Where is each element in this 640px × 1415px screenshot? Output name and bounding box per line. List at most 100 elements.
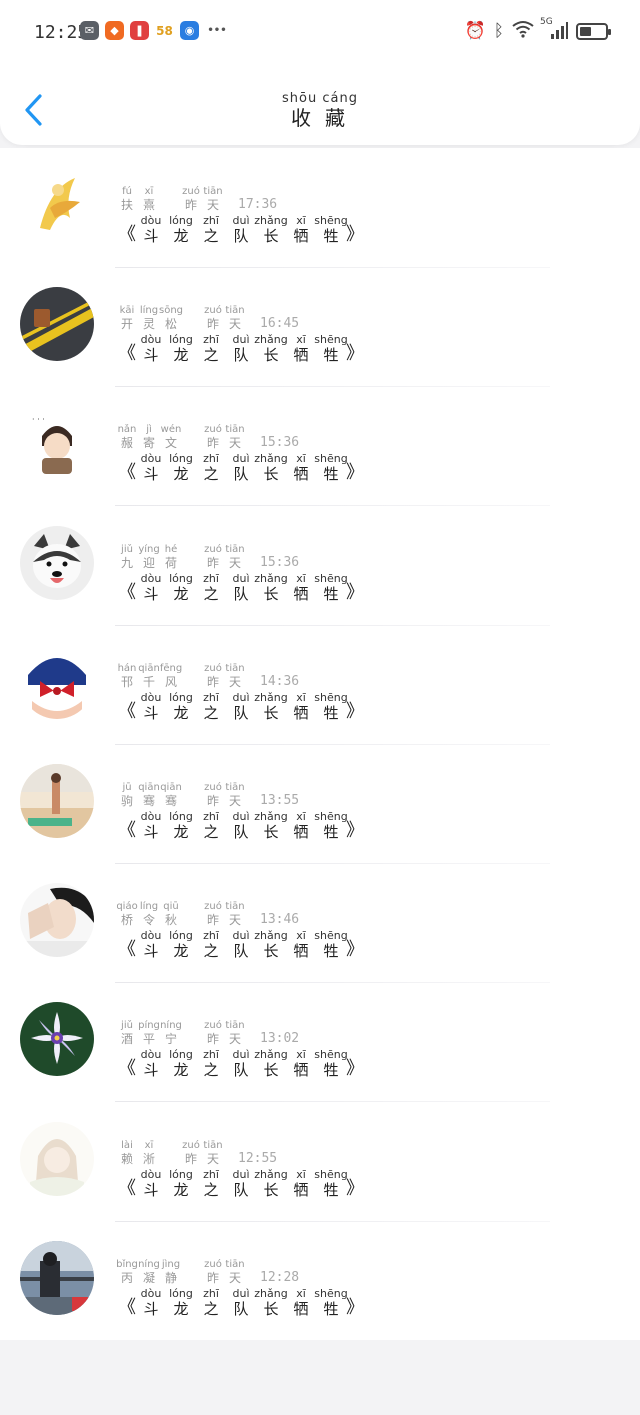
date-label: zuó 昨 tiān 天 bbox=[204, 305, 244, 331]
book-title[interactable]: 《 dòu 斗 lóng 龙 zhī 之 duì 队 zhǎng 长 xī 牺 shēng 牲》 bbox=[118, 452, 364, 483]
user-name[interactable]: hán 邗 qiān 千 fēng 风 bbox=[118, 663, 183, 689]
name-char-pinyin: líng bbox=[139, 305, 159, 317]
avatar[interactable] bbox=[20, 883, 94, 958]
list-item[interactable]: qiáo 桥 líng 令 qiū 秋 zuó 昨 tiān 天 13:46 《 dòu 斗 lóng 龙 zh… bbox=[0, 863, 640, 984]
book-title-close-bracket: 》 bbox=[346, 581, 364, 603]
date-char-pinyin: tiān bbox=[225, 901, 245, 913]
book-char-pinyin: zhī bbox=[203, 810, 219, 823]
avatar[interactable] bbox=[20, 287, 94, 362]
name-char-char: 凝 bbox=[142, 1270, 155, 1285]
list-item[interactable]: bǐng 丙 níng 凝 jìng 静 zuó 昨 tiān 天 12:28 《 dòu 斗 lóng 龙 z… bbox=[0, 1221, 640, 1341]
book-char-pinyin: zhǎng bbox=[254, 810, 288, 823]
book-char-char: 长 bbox=[263, 346, 279, 365]
book-char-pinyin: dòu bbox=[140, 929, 162, 943]
avatar[interactable] bbox=[20, 1240, 94, 1315]
date-char-pinyin: zuó bbox=[204, 901, 222, 913]
book-title[interactable]: 《 dòu 斗 lóng 龙 zhī 之 duì 队 zhǎng 长 xī 牺 shēng 牲》 bbox=[118, 1048, 364, 1079]
book-char-char: 牲 bbox=[323, 1061, 339, 1080]
book-title[interactable]: 《 dòu 斗 lóng 龙 zhī 之 duì 队 zhǎng 长 xī 牺 shēng 牲》 bbox=[118, 333, 364, 364]
book-char: lóng 龙 bbox=[166, 929, 196, 960]
name-char-char: 寄 bbox=[142, 436, 155, 451]
user-name[interactable]: bǐng 丙 níng 凝 jìng 静 bbox=[116, 1259, 180, 1285]
name-char-pinyin: kāi bbox=[119, 305, 135, 317]
book-char-char: 牺 bbox=[293, 346, 309, 365]
list-item[interactable]: fú 扶 xī 熹 zuó 昨 tiān 天 17:36 《 dòu 斗 lóng 龙 zhī 之 duì 队 zh… bbox=[0, 148, 640, 268]
book-char-pinyin: xī bbox=[296, 1286, 306, 1300]
user-name[interactable]: jiǔ 九 yíng 迎 hé 荷 bbox=[118, 544, 180, 570]
name-char-char: 酒 bbox=[120, 1032, 133, 1047]
date-char-char: 昨 bbox=[184, 198, 197, 212]
name-char-pinyin: qiū bbox=[163, 901, 179, 913]
name-char: sōng 松 bbox=[159, 305, 184, 331]
book-title[interactable]: 《 dòu 斗 lóng 龙 zhī 之 duì 队 zhǎng 长 xī 牺 shēng 牲》 bbox=[118, 691, 364, 722]
book-char-pinyin: shēng bbox=[314, 1048, 348, 1062]
book-title[interactable]: 《 dòu 斗 lóng 龙 zhī 之 duì 队 zhǎng 长 xī 牺 shēng 牲》 bbox=[118, 1287, 364, 1318]
date-char-pinyin: tiān bbox=[203, 186, 223, 197]
date-char-char: 昨 bbox=[206, 1270, 219, 1285]
date-char-char: 天 bbox=[228, 794, 241, 808]
avatar[interactable] bbox=[20, 168, 94, 242]
book-title[interactable]: 《 dòu 斗 lóng 龙 zhī 之 duì 队 zhǎng 长 xī 牺 shēng 牲》 bbox=[118, 929, 364, 960]
user-name[interactable]: lài 赖 xī 淅 bbox=[118, 1140, 158, 1166]
avatar[interactable] bbox=[20, 764, 94, 838]
name-char-char: 淅 bbox=[142, 1151, 155, 1166]
book-char: zhǎng 长 bbox=[254, 1287, 287, 1318]
name-char: qiān 骞 bbox=[160, 782, 182, 808]
list-item[interactable]: kāi 开 líng 灵 sōng 松 zuó 昨 tiān 天 16:45 《 dòu 斗 lóng 龙 zh… bbox=[0, 267, 640, 388]
book-char-pinyin: duì bbox=[232, 571, 250, 585]
book-char-char: 龙 bbox=[173, 1180, 189, 1199]
book-title[interactable]: 《 dòu 斗 lóng 龙 zhī 之 duì 队 zhǎng 长 xī 牺 shēng 牲》 bbox=[118, 810, 364, 841]
name-char-char: 九 bbox=[120, 555, 133, 570]
item-meta: lài 赖 xī 淅 zuó 昨 tiān 天 12:55 bbox=[118, 1130, 277, 1166]
avatar[interactable]: · · · bbox=[20, 406, 94, 481]
book-title[interactable]: 《 dòu 斗 lóng 龙 zhī 之 duì 队 zhǎng 长 xī 牺 shēng 牲》 bbox=[118, 214, 364, 245]
book-char-char: 牺 bbox=[293, 942, 309, 961]
user-name[interactable]: jiǔ 酒 píng 平 níng 宁 bbox=[118, 1020, 182, 1047]
book-char-pinyin: shēng bbox=[314, 571, 348, 585]
book-char: duì 队 bbox=[226, 1287, 256, 1318]
name-char-pinyin: sōng bbox=[159, 305, 184, 317]
book-char-char: 斗 bbox=[143, 942, 159, 961]
book-char-char: 队 bbox=[233, 1061, 249, 1080]
book-char: lóng 龙 bbox=[166, 214, 196, 245]
avatar[interactable] bbox=[20, 1002, 94, 1077]
book-char-char: 斗 bbox=[143, 227, 159, 245]
avatar[interactable] bbox=[20, 1121, 94, 1196]
timestamp: 14:36 bbox=[260, 673, 300, 689]
timestamp: 17:36 bbox=[238, 197, 278, 212]
avatar[interactable] bbox=[20, 525, 94, 600]
book-char-pinyin: zhī bbox=[203, 333, 219, 347]
name-char-char: 驹 bbox=[120, 794, 133, 808]
book-title-open-bracket: 《 bbox=[118, 1058, 136, 1080]
user-name[interactable]: kāi 开 líng 灵 sōng 松 bbox=[118, 305, 184, 331]
list-item[interactable]: jiǔ 九 yíng 迎 hé 荷 zuó 昨 tiān 天 15:36 《 dòu 斗 lóng 龙 zhī 之… bbox=[0, 506, 640, 626]
book-char-char: 牲 bbox=[323, 1180, 339, 1199]
top-panel: 12:25 ✉ ◆ ❚ 58 ◉ ••• ⏰ ᛒ 5G shōu cáng 收藏 bbox=[0, 0, 640, 145]
book-char-char: 牲 bbox=[323, 1299, 339, 1318]
list-item[interactable]: lài 赖 xī 淅 zuó 昨 tiān 天 12:55 《 dòu 斗 lóng 龙 zhī 之 duì 队 z… bbox=[0, 1102, 640, 1222]
date-char-pinyin: zuó bbox=[204, 305, 222, 317]
book-char-char: 长 bbox=[263, 703, 279, 722]
list-item[interactable]: jū 驹 qiān 骞 qiān 骞 zuó 昨 tiān 天 13:55 《 dòu 斗 lóng 龙 zhī… bbox=[0, 744, 640, 864]
book-char-pinyin: shēng bbox=[314, 690, 348, 704]
book-title[interactable]: 《 dòu 斗 lóng 龙 zhī 之 duì 队 zhǎng 长 xī 牺 shēng 牲》 bbox=[118, 572, 364, 603]
name-char: jì 寄 bbox=[140, 424, 158, 450]
item-meta: qiáo 桥 líng 令 qiū 秋 zuó 昨 tiān 天 13:46 bbox=[116, 891, 299, 927]
list-item[interactable]: jiǔ 酒 píng 平 níng 宁 zuó 昨 tiān 天 13:02 《 dòu 斗 lóng 龙 zh… bbox=[0, 982, 640, 1103]
list-item[interactable]: hán 邗 qiān 千 fēng 风 zuó 昨 tiān 天 14:36 《 dòu 斗 lóng 龙 zh… bbox=[0, 625, 640, 745]
user-name[interactable]: qiáo 桥 líng 令 qiū 秋 bbox=[116, 901, 180, 927]
user-name[interactable]: fú 扶 xī 熹 bbox=[118, 186, 158, 212]
name-char: jū 驹 bbox=[118, 782, 136, 808]
avatar[interactable] bbox=[20, 644, 94, 719]
list-item[interactable]: · · · nǎn 赧 jì 寄 wén 文 zuó 昨 tiān 天 15:36 《 dòu 斗 lóng 龙… bbox=[0, 386, 640, 507]
book-title-open-bracket: 《 bbox=[118, 700, 136, 722]
user-name[interactable]: nǎn 赧 jì 寄 wén 文 bbox=[118, 424, 182, 450]
date-char: tiān 天 bbox=[225, 901, 245, 927]
book-title-close-bracket: 》 bbox=[346, 700, 364, 722]
book-char-char: 长 bbox=[263, 942, 279, 961]
book-title[interactable]: 《 dòu 斗 lóng 龙 zhī 之 duì 队 zhǎng 长 xī 牺 shēng 牲》 bbox=[118, 1168, 364, 1199]
wifi-icon bbox=[512, 20, 534, 42]
user-name[interactable]: jū 驹 qiān 骞 qiān 骞 bbox=[118, 782, 182, 808]
book-char: zhǎng 长 bbox=[254, 810, 288, 841]
book-char-pinyin: zhī bbox=[203, 929, 219, 943]
